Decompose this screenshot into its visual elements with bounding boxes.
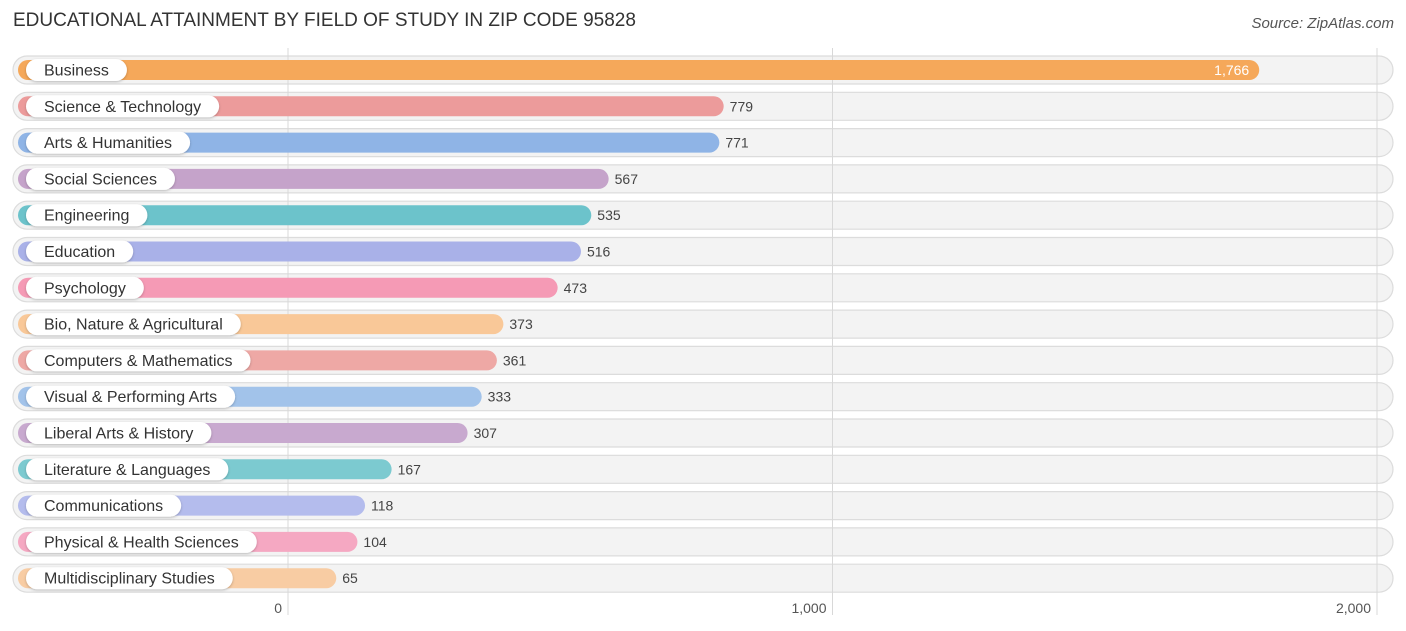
bar-group: Computers & Mathematics 361 xyxy=(18,349,527,372)
category-label: Psychology xyxy=(44,280,126,297)
category-label: Arts & Humanities xyxy=(44,135,172,152)
value-label: 779 xyxy=(730,98,754,114)
category-label: Multidisciplinary Studies xyxy=(44,571,215,588)
bar-group: Social Sciences 567 xyxy=(18,167,639,190)
value-label: 118 xyxy=(371,498,394,514)
bar-group: Liberal Arts & History 307 xyxy=(18,422,497,444)
value-label: 516 xyxy=(587,244,611,260)
category-label: Education xyxy=(44,244,115,261)
bar-group: Visual & Performing Arts 333 xyxy=(18,385,512,408)
bar-chart: Business 1,766 Science & Technology 779 Arts… xyxy=(12,48,1394,616)
bar-group: Literature & Languages 167 xyxy=(18,458,422,481)
bar[interactable] xyxy=(18,60,1260,80)
category-label: Computers & Mathematics xyxy=(44,353,233,370)
value-label: 307 xyxy=(474,425,498,441)
value-label: 65 xyxy=(342,570,358,586)
x-tick-label: 1,000 xyxy=(791,600,826,616)
value-label: 567 xyxy=(615,171,639,187)
bar-group: Multidisciplinary Studies 65 xyxy=(18,567,358,590)
bar-group: Education 516 xyxy=(18,240,611,263)
category-label: Business xyxy=(44,63,109,80)
bar-group: Bio, Nature & Agricultural 373 xyxy=(18,313,533,336)
bar-group: Arts & Humanities 771 xyxy=(18,131,749,154)
category-label: Liberal Arts & History xyxy=(44,426,193,443)
category-label: Engineering xyxy=(44,208,129,225)
category-label: Literature & Languages xyxy=(44,462,210,479)
category-label: Bio, Nature & Agricultural xyxy=(44,317,223,334)
value-label: 104 xyxy=(363,534,387,550)
category-label: Visual & Performing Arts xyxy=(44,389,217,406)
value-label: 333 xyxy=(488,389,512,405)
bar-group: Science & Technology 779 xyxy=(18,95,754,118)
value-label: 167 xyxy=(398,461,422,477)
value-label: 771 xyxy=(725,135,749,151)
bar-group: Engineering 535 xyxy=(18,204,621,227)
bar-group: Physical & Health Sciences 104 xyxy=(18,530,387,553)
value-label: 1,766 xyxy=(1214,62,1249,78)
bar-group: Business 1,766 xyxy=(18,59,1260,81)
category-label: Physical & Health Sciences xyxy=(44,534,239,551)
category-label: Communications xyxy=(44,498,163,515)
x-tick-label: 2,000 xyxy=(1336,600,1371,616)
value-label: 535 xyxy=(597,207,621,223)
category-label: Social Sciences xyxy=(44,171,157,188)
value-label: 373 xyxy=(509,316,533,332)
x-axis-ticks: 0 1,000 2,000 xyxy=(274,600,1371,616)
bar-group: Communications 118 xyxy=(18,494,394,517)
bar-group: Psychology 473 xyxy=(18,276,588,299)
value-label: 473 xyxy=(564,280,588,296)
value-label: 361 xyxy=(503,352,527,368)
category-label: Science & Technology xyxy=(44,99,201,116)
x-tick-label: 0 xyxy=(274,600,282,616)
